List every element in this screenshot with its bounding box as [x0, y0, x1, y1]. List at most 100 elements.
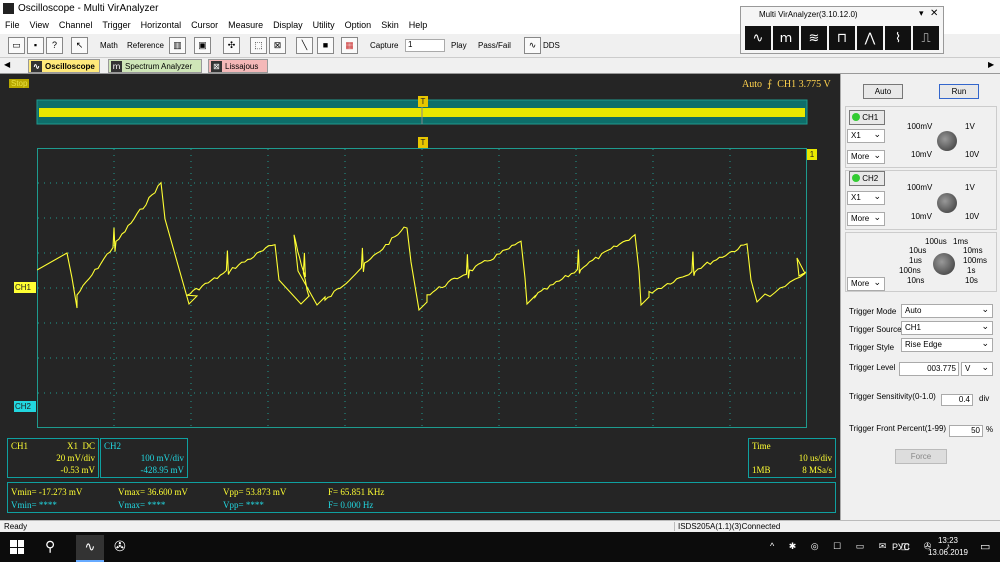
- settings-taskbar-icon[interactable]: ✇: [114, 538, 126, 555]
- crosshair-icon[interactable]: ✣: [223, 37, 240, 54]
- language-indicator[interactable]: РУС: [892, 542, 910, 552]
- menu-horizontal[interactable]: Horizontal: [136, 18, 187, 32]
- generator-tool-icon[interactable]: ⋀: [857, 26, 883, 50]
- menu-skin[interactable]: Skin: [376, 18, 404, 32]
- logic-tool-icon[interactable]: ⊓: [829, 26, 855, 50]
- trigger-front-input[interactable]: 50: [949, 425, 983, 437]
- time-info-rate: 8 MSa/s: [802, 465, 832, 475]
- menu-utility[interactable]: Utility: [308, 18, 340, 32]
- menu-help[interactable]: Help: [404, 18, 433, 32]
- trigger-level-unit: V: [965, 364, 971, 373]
- ch1-info-box[interactable]: CH1 X1 DC 20 mV/div -0.53 mV: [7, 438, 99, 478]
- ch2-more-button[interactable]: More: [847, 211, 885, 226]
- pulse-tool-icon[interactable]: ⎍: [913, 26, 939, 50]
- trigger-mode-label: Trigger Mode: [849, 307, 897, 316]
- notification-icon[interactable]: ▭: [980, 540, 990, 553]
- ch1-volts-knob[interactable]: [937, 131, 957, 151]
- ch1-probe-select[interactable]: X1: [847, 128, 885, 143]
- help-icon[interactable]: ?: [46, 37, 63, 54]
- trigger-level-input[interactable]: 003.775: [899, 362, 959, 376]
- menu-view[interactable]: View: [25, 18, 54, 32]
- open-icon[interactable]: ▭: [8, 37, 25, 54]
- color-icon[interactable]: ▦: [341, 37, 358, 54]
- play-button[interactable]: Play: [451, 41, 467, 50]
- math-button[interactable]: Math: [100, 41, 118, 50]
- passfail-button[interactable]: Pass/Fail: [478, 41, 511, 50]
- dds-button[interactable]: DDS: [543, 41, 560, 50]
- overview-trigger-marker[interactable]: T: [418, 96, 428, 107]
- single-icon[interactable]: ╲: [296, 37, 313, 54]
- force-button[interactable]: Force: [895, 449, 947, 464]
- search-icon[interactable]: ⚲: [45, 538, 55, 555]
- trigger-source-value: CH1: [905, 323, 922, 332]
- tab-scroll-left-icon[interactable]: ◀: [4, 60, 10, 69]
- dds-icon[interactable]: ∿: [524, 37, 541, 54]
- app-taskbar-icon[interactable]: ∿: [76, 535, 104, 562]
- ch2-frequency: F= 0.000 Hz: [328, 500, 374, 510]
- menu-file[interactable]: File: [0, 18, 25, 32]
- recorder-tool-icon[interactable]: ≋: [801, 26, 827, 50]
- menu-channel[interactable]: Channel: [54, 18, 98, 32]
- ch2-knob-label: 10V: [965, 212, 980, 221]
- trigger-sensitivity-input[interactable]: 0.4: [941, 394, 973, 406]
- tab-lissajous[interactable]: ⊠ Lissajous: [208, 59, 268, 73]
- timebase-more-button[interactable]: More: [847, 276, 885, 291]
- start-icon[interactable]: [10, 540, 24, 554]
- menu-trigger[interactable]: Trigger: [97, 18, 135, 32]
- trigger-source-select[interactable]: CH1: [901, 320, 993, 335]
- save-icon[interactable]: ▪: [27, 37, 44, 54]
- capture-label: Capture: [370, 41, 399, 50]
- trigger-level-label: Trigger Level: [849, 363, 896, 372]
- reference-button[interactable]: Reference: [127, 41, 164, 50]
- ch2-toggle-label: CH2: [862, 174, 879, 183]
- ch2-info-box[interactable]: CH2 100 mV/div -428.95 mV: [100, 438, 188, 478]
- ch2-probe-select[interactable]: X1: [847, 190, 885, 205]
- oscilloscope-tool-icon[interactable]: ∿: [745, 26, 771, 50]
- trigger-level-unit-select[interactable]: V: [961, 361, 993, 376]
- zoom-icon[interactable]: ⊠: [269, 37, 286, 54]
- spectrum-tool-icon[interactable]: ⅿ: [773, 26, 799, 50]
- capture-input[interactable]: 1: [405, 39, 445, 52]
- popup-close-icon[interactable]: ✕: [930, 8, 938, 19]
- pointer-icon[interactable]: ↖: [71, 37, 88, 54]
- ch2-probe-value: X1: [851, 193, 861, 202]
- measurement-box[interactable]: Vmin= -17.273 mV Vmax= 36.600 mV Vpp= 53…: [7, 482, 836, 513]
- menu-display[interactable]: Display: [268, 18, 308, 32]
- ch2-info-name: CH2: [104, 441, 122, 451]
- menu-measure[interactable]: Measure: [223, 18, 268, 32]
- menu-cursor[interactable]: Cursor: [186, 18, 223, 32]
- trigger-mode-select[interactable]: Auto: [901, 303, 993, 318]
- ch1-toggle-button[interactable]: CH1: [849, 110, 885, 125]
- trigger-sensitivity-unit: div: [979, 394, 990, 403]
- tab-oscilloscope[interactable]: ∿ Oscilloscope: [28, 59, 100, 73]
- ch1-marker[interactable]: CH1: [14, 282, 36, 293]
- ch2-info-scale: 100 mV/div: [140, 453, 184, 463]
- time-knob-label: 1us: [909, 256, 922, 265]
- ch2-toggle-button[interactable]: CH2: [849, 171, 885, 186]
- auto-button[interactable]: Auto: [863, 84, 903, 99]
- run-button[interactable]: Run: [939, 84, 979, 99]
- timebase-knob[interactable]: [933, 253, 955, 275]
- meter-tool-icon[interactable]: ⌇: [885, 26, 911, 50]
- waveform-grid[interactable]: [37, 148, 807, 428]
- ch2-volts-knob[interactable]: [937, 193, 957, 213]
- popup-dropdown-icon[interactable]: ▾: [919, 8, 924, 19]
- clock-date[interactable]: 13.06.2019: [922, 548, 974, 557]
- time-info-box[interactable]: Time 10 us/div 1MB 8 MSa/s: [748, 438, 836, 478]
- ch1-more-button[interactable]: More: [847, 149, 885, 164]
- tab-spectrum[interactable]: ⅿ Spectrum Analyzer: [108, 59, 202, 73]
- ch1-vmin: Vmin= -17.273 mV: [11, 487, 83, 497]
- trigger-position-marker[interactable]: T: [418, 137, 428, 148]
- stop-icon[interactable]: ■: [317, 37, 334, 54]
- fullscreen-icon[interactable]: ▣: [194, 37, 211, 54]
- trigger-level-marker[interactable]: 1: [807, 149, 817, 160]
- menu-option[interactable]: Option: [340, 18, 377, 32]
- clock-time[interactable]: 13:23: [925, 536, 971, 545]
- tab-scroll-right-icon[interactable]: ▶: [988, 60, 994, 69]
- trigger-style-select[interactable]: Rise Edge: [901, 337, 993, 352]
- probe-icon[interactable]: ⬚: [250, 37, 267, 54]
- ch2-marker[interactable]: CH2: [14, 401, 36, 412]
- status-ready: Ready: [4, 522, 28, 531]
- scope-display[interactable]: Stop Auto ⨍ CH1 3.775 V T T 1 CH1 CH2 CH…: [0, 74, 840, 520]
- split-icon[interactable]: ▥: [169, 37, 186, 54]
